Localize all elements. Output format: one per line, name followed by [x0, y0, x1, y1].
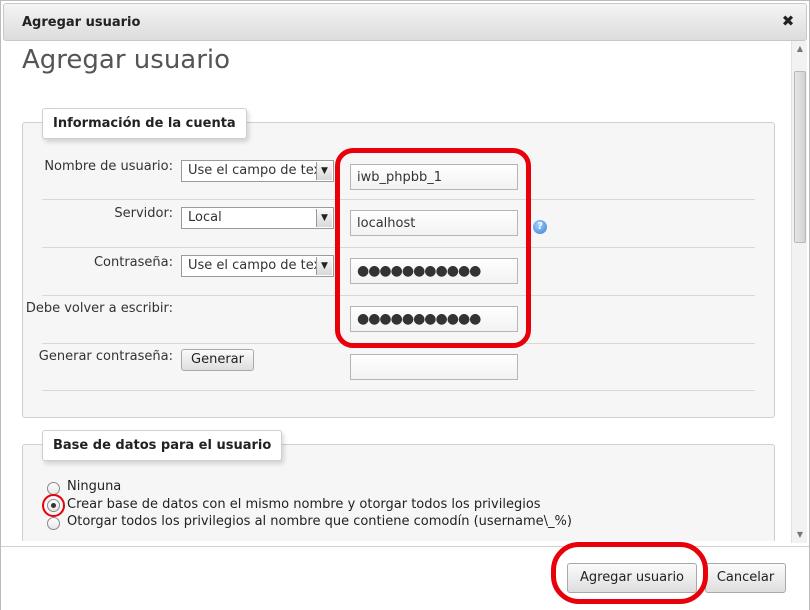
password-label: Contraseña: — [93, 255, 173, 270]
retype-password-input[interactable]: ●●●●●●●●●●● — [350, 306, 518, 332]
radio-none-label[interactable]: Ninguna — [67, 479, 121, 494]
radio-grant-wildcard[interactable] — [47, 517, 60, 530]
row-divider — [42, 390, 755, 391]
server-label: Servidor: — [114, 206, 173, 221]
retype-password-label: Debe volver a escribir: — [25, 301, 173, 316]
scroll-thumb[interactable] — [794, 71, 806, 243]
generate-button[interactable]: Generar — [181, 349, 254, 371]
dialog-scrollbar[interactable]: ▲ ▼ — [791, 41, 807, 543]
dialog-titlebar[interactable]: Agregar usuario ✖ — [3, 3, 807, 41]
add-user-button[interactable]: Agregar usuario — [567, 563, 697, 593]
help-icon[interactable]: ? — [533, 220, 547, 234]
row-divider — [42, 343, 755, 344]
password-input[interactable]: ●●●●●●●●●●● — [350, 258, 518, 284]
database-legend: Base de datos para el usuario — [42, 430, 283, 461]
generate-password-label: Generar contraseña: — [38, 349, 173, 364]
generated-password-input[interactable] — [350, 354, 518, 380]
password-source-select[interactable]: Use el campo de texto ▼ — [181, 255, 334, 277]
radio-create-db[interactable] — [47, 499, 60, 512]
radio-none[interactable] — [47, 482, 60, 495]
close-icon[interactable]: ✖ — [780, 13, 796, 29]
dialog-content: Agregar usuario Información de la cuenta… — [9, 41, 791, 541]
page-title: Agregar usuario — [22, 45, 231, 75]
username-label: Nombre de usuario: — [44, 159, 173, 174]
chevron-down-icon: ▼ — [316, 162, 332, 180]
chevron-down-icon: ▼ — [316, 209, 332, 227]
row-divider — [42, 199, 755, 200]
username-source-select[interactable]: Use el campo de texto ▼ — [181, 160, 334, 182]
radio-create-db-label[interactable]: Crear base de datos con el mismo nombre … — [67, 497, 541, 512]
dialog-title: Agregar usuario — [22, 15, 141, 30]
row-divider — [42, 247, 755, 248]
row-divider — [42, 295, 755, 296]
server-select[interactable]: Local ▼ — [181, 207, 334, 229]
dialog-footer: Agregar usuario Cancelar — [1, 542, 809, 610]
username-input[interactable]: iwb_phpbb_1 — [350, 164, 518, 190]
account-info-legend: Información de la cuenta — [42, 108, 247, 139]
scroll-up-icon[interactable]: ▲ — [792, 41, 808, 57]
scroll-down-icon[interactable]: ▼ — [792, 527, 808, 543]
chevron-down-icon: ▼ — [316, 257, 332, 275]
radio-grant-wildcard-label[interactable]: Otorgar todos los privilegios al nombre … — [67, 514, 572, 529]
cancel-button[interactable]: Cancelar — [705, 563, 786, 593]
add-user-dialog: Agregar usuario ✖ Agregar usuario Inform… — [0, 0, 810, 610]
server-input[interactable]: localhost — [350, 210, 518, 236]
